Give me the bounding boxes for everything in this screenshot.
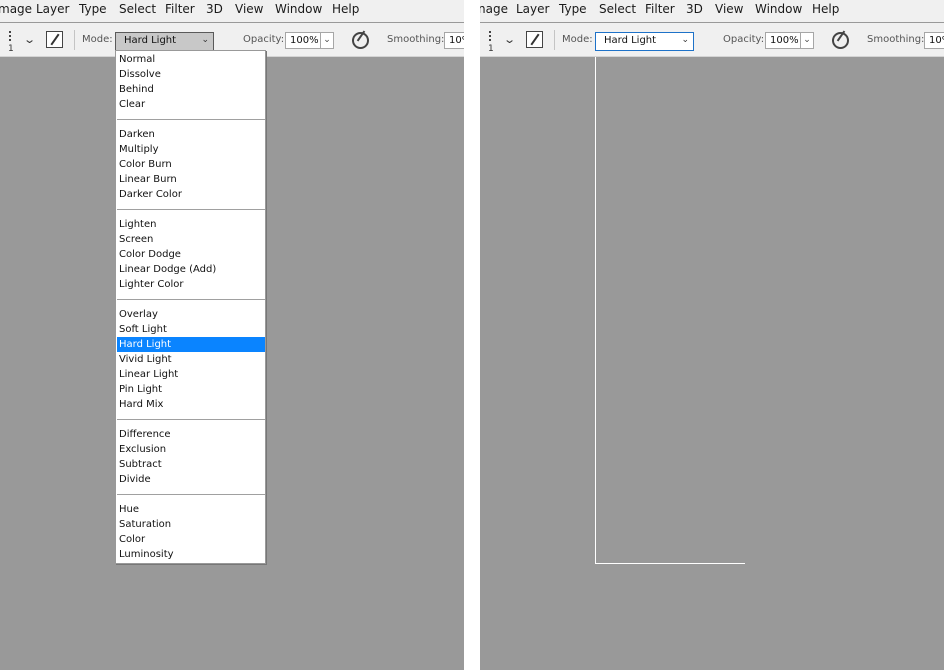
menu-filter[interactable]: Filter — [165, 2, 195, 16]
menu-image[interactable]: nage — [480, 2, 508, 16]
blend-mode-option-color-dodge[interactable]: Color Dodge — [117, 247, 265, 262]
blend-mode-option-screen[interactable]: Screen — [117, 232, 265, 247]
menu-separator — [117, 494, 265, 495]
mode-label: Mode: — [562, 34, 593, 45]
chevron-down-icon: ⌄ — [201, 35, 209, 45]
chevron-down-icon[interactable]: ⌄ — [23, 33, 36, 46]
brush-panel-icon[interactable] — [46, 31, 63, 48]
blend-mode-option-divide[interactable]: Divide — [117, 472, 265, 487]
blend-mode-option-saturation[interactable]: Saturation — [117, 517, 265, 532]
smoothing-label: Smoothing: — [867, 34, 925, 45]
menu-filter[interactable]: Filter — [645, 2, 675, 16]
opacity-input[interactable]: 100% — [285, 32, 321, 49]
menu-view[interactable]: View — [715, 2, 743, 16]
brush-panel-icon[interactable] — [526, 31, 543, 48]
menu-separator — [117, 209, 265, 210]
blend-mode-option-color-burn[interactable]: Color Burn — [117, 157, 265, 172]
opacity-dropdown-icon[interactable]: ⌄ — [800, 32, 814, 49]
menu-view[interactable]: View — [235, 2, 263, 16]
menu-select[interactable]: Select — [119, 2, 156, 16]
divider — [74, 30, 75, 50]
blend-mode-option-overlay[interactable]: Overlay — [117, 307, 265, 322]
options-bar: 1 ⌄ Mode: Hard Light ⌄ Opacity: 100% ⌄ S… — [480, 23, 944, 57]
brush-preset-icon[interactable] — [489, 31, 491, 41]
blend-mode-option-darker-color[interactable]: Darker Color — [117, 187, 265, 202]
divider — [554, 30, 555, 50]
photoshop-window-dropdown-open: mage Layer Type Select Filter 3D View Wi… — [0, 0, 464, 670]
window-divider — [464, 0, 480, 670]
blend-mode-option-luminosity[interactable]: Luminosity — [117, 547, 265, 562]
menu-3d[interactable]: 3D — [206, 2, 223, 16]
brush-size-value: 1 — [488, 44, 494, 54]
blend-mode-option-clear[interactable]: Clear — [117, 97, 265, 112]
mode-label: Mode: — [82, 34, 113, 45]
blend-mode-option-hard-light[interactable]: Hard Light — [117, 337, 265, 352]
blend-mode-option-pin-light[interactable]: Pin Light — [117, 382, 265, 397]
opacity-label: Opacity: — [723, 34, 765, 45]
smoothing-input[interactable]: 10% — [924, 32, 944, 49]
blend-mode-option-hard-mix[interactable]: Hard Mix — [117, 397, 265, 412]
menu-bar: nage Layer Type Select Filter 3D View Wi… — [480, 0, 944, 22]
mode-select[interactable]: Hard Light ⌄ — [595, 32, 694, 51]
mode-select[interactable]: Hard Light ⌄ — [115, 32, 214, 51]
menu-separator — [117, 419, 265, 420]
blend-mode-dropdown: Normal Dissolve Behind Clear Darken Multiply C… — [115, 50, 266, 564]
blend-mode-option-dissolve[interactable]: Dissolve — [117, 67, 265, 82]
dropdown-ghost-outline-left — [595, 57, 596, 564]
blend-mode-option-exclusion[interactable]: Exclusion — [117, 442, 265, 457]
blend-mode-option-multiply[interactable]: Multiply — [117, 142, 265, 157]
menu-separator — [117, 119, 265, 120]
smoothing-input[interactable]: 10% — [444, 32, 464, 49]
opacity-label: Opacity: — [243, 34, 285, 45]
menu-separator — [117, 299, 265, 300]
menu-window[interactable]: Window — [755, 2, 802, 16]
menu-help[interactable]: Help — [812, 2, 839, 16]
blend-mode-option-hue[interactable]: Hue — [117, 502, 265, 517]
blend-mode-option-soft-light[interactable]: Soft Light — [117, 322, 265, 337]
menu-help[interactable]: Help — [332, 2, 359, 16]
blend-mode-option-vivid-light[interactable]: Vivid Light — [117, 352, 265, 367]
menu-select[interactable]: Select — [599, 2, 636, 16]
opacity-input[interactable]: 100% — [765, 32, 801, 49]
blend-mode-option-difference[interactable]: Difference — [117, 427, 265, 442]
brush-size-value: 1 — [8, 44, 14, 54]
menu-image[interactable]: mage — [0, 2, 32, 16]
smoothing-label: Smoothing: — [387, 34, 445, 45]
blend-mode-option-normal[interactable]: Normal — [117, 52, 265, 67]
menu-type[interactable]: Type — [559, 2, 587, 16]
blend-mode-option-linear-light[interactable]: Linear Light — [117, 367, 265, 382]
blend-mode-option-lighter-color[interactable]: Lighter Color — [117, 277, 265, 292]
menu-bar: mage Layer Type Select Filter 3D View Wi… — [0, 0, 464, 22]
dropdown-ghost-outline-bottom — [595, 563, 745, 564]
chevron-down-icon[interactable]: ⌄ — [503, 33, 516, 46]
menu-type[interactable]: Type — [79, 2, 107, 16]
photoshop-window-dropdown-closed: nage Layer Type Select Filter 3D View Wi… — [480, 0, 944, 670]
blend-mode-option-color[interactable]: Color — [117, 532, 265, 547]
blend-mode-option-darken[interactable]: Darken — [117, 127, 265, 142]
chevron-down-icon: ⌄ — [681, 35, 689, 45]
blend-mode-option-linear-burn[interactable]: Linear Burn — [117, 172, 265, 187]
brush-preset-icon[interactable] — [9, 31, 11, 41]
pressure-opacity-icon[interactable] — [352, 32, 369, 49]
pressure-opacity-icon[interactable] — [832, 32, 849, 49]
menu-3d[interactable]: 3D — [686, 2, 703, 16]
blend-mode-option-lighten[interactable]: Lighten — [117, 217, 265, 232]
mode-select-value: Hard Light — [124, 35, 177, 46]
mode-select-value: Hard Light — [604, 35, 657, 46]
menu-layer[interactable]: Layer — [36, 2, 69, 16]
blend-mode-option-behind[interactable]: Behind — [117, 82, 265, 97]
opacity-dropdown-icon[interactable]: ⌄ — [320, 32, 334, 49]
menu-window[interactable]: Window — [275, 2, 322, 16]
blend-mode-option-subtract[interactable]: Subtract — [117, 457, 265, 472]
menu-layer[interactable]: Layer — [516, 2, 549, 16]
blend-mode-option-linear-dodge-add[interactable]: Linear Dodge (Add) — [117, 262, 265, 277]
